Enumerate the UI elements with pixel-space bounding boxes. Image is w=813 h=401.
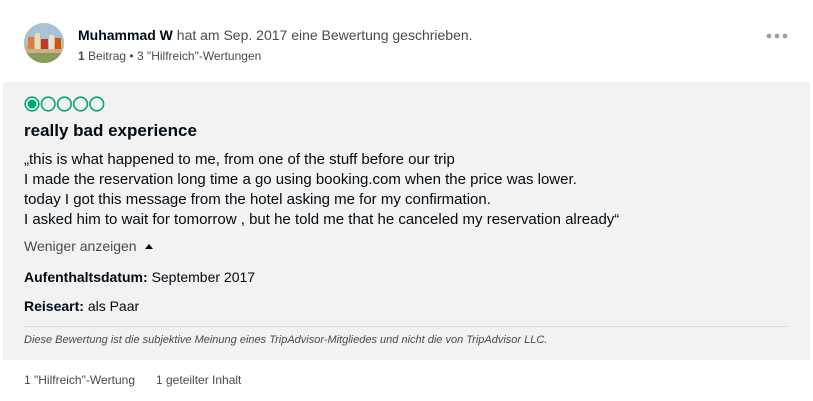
contributions-line: 1 Beitrag • 3 "Hilfreich"-Wertungen <box>78 49 261 63</box>
rating-bubble-fill <box>27 99 37 109</box>
stay-date-value: September 2017 <box>151 269 256 285</box>
separator-dot: • <box>129 49 134 63</box>
more-horizontal-icon[interactable] <box>765 28 789 44</box>
review-card: Muhammad W hat am Sep. 2017 eine Bewertu… <box>0 0 813 401</box>
trip-type-label: Reiseart: <box>24 298 84 314</box>
show-less-label: Weniger anzeigen <box>24 238 137 254</box>
shared-content-count[interactable]: 1 geteilter Inhalt <box>156 373 241 387</box>
contributions-label: Beitrag <box>88 49 127 63</box>
review-text: „this is what happened to me, from one o… <box>24 150 619 230</box>
divider <box>24 326 788 327</box>
stay-date-row: Aufenthaltsdatum: September 2017 <box>24 269 255 285</box>
review-title[interactable]: really bad experience <box>24 121 197 141</box>
disclaimer-text: Diese Bewertung ist die subjektive Meinu… <box>24 334 548 346</box>
rating-bubble <box>72 96 89 112</box>
rating-bubbles <box>24 95 106 113</box>
rating-bubble <box>89 96 105 112</box>
trip-type-value: als Paar <box>87 298 140 314</box>
review-text-line: I made the reservation long time a go us… <box>24 171 577 188</box>
stay-date-label: Aufenthaltsdatum: <box>24 269 148 285</box>
review-text-line: „this is what happened to me, from one o… <box>24 151 455 168</box>
avatar[interactable] <box>24 23 64 63</box>
caret-up-icon <box>144 244 153 249</box>
helpful-vote-count[interactable]: 1 "Hilfreich"-Wertung <box>24 373 135 387</box>
contributions-count: 1 <box>78 49 85 63</box>
review-text-line: today I got this message from the hotel … <box>24 191 491 208</box>
rating-bubbles-graphic <box>24 96 105 112</box>
show-less-button[interactable]: Weniger anzeigen <box>24 238 153 254</box>
trip-type-row: Reiseart: als Paar <box>24 298 139 314</box>
review-action-text: hat am Sep. 2017 eine Bewertung geschrie… <box>176 27 473 43</box>
username-link[interactable]: Muhammad W <box>78 27 173 43</box>
rating-bubble <box>40 96 56 112</box>
rating-bubble <box>56 96 73 112</box>
review-text-line: I asked him to wait for tomorrow , but h… <box>24 211 620 228</box>
reviewer-line: Muhammad W hat am Sep. 2017 eine Bewertu… <box>78 27 473 43</box>
helpful-votes-count: 3 "Hilfreich"-Wertungen <box>136 49 262 63</box>
